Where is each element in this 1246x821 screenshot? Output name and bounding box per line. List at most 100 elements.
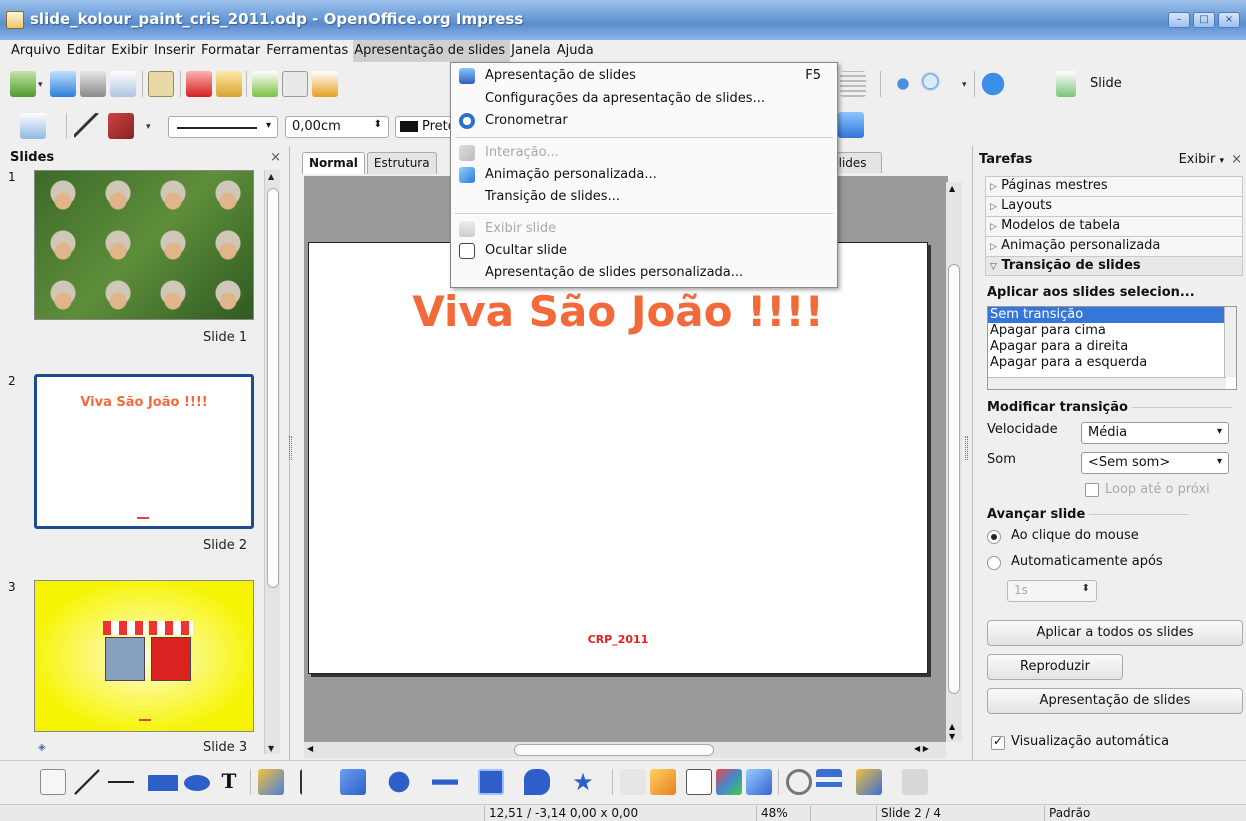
minimize-button[interactable]: – <box>1168 12 1190 28</box>
scroll-up-icon[interactable]: ▲ <box>268 172 274 181</box>
close-icon[interactable]: × <box>270 150 281 165</box>
glue-points-icon[interactable] <box>650 769 676 795</box>
from-file-icon[interactable] <box>716 769 742 795</box>
line-tool-icon[interactable] <box>74 769 100 795</box>
section-modelos-tabela[interactable]: ▷ Modelos de tabela <box>985 216 1243 236</box>
menuitem-ocultar-slide[interactable]: Ocultar slide <box>451 240 837 262</box>
styles-icon[interactable] <box>20 113 46 139</box>
scroll-up-icon[interactable]: ▲ <box>949 184 955 193</box>
print-icon[interactable] <box>216 71 242 97</box>
section-layouts[interactable]: ▷ Layouts <box>985 196 1243 216</box>
arrow-tool-icon[interactable] <box>108 769 134 795</box>
connector-tool-icon[interactable] <box>300 769 326 795</box>
transition-list[interactable]: Sem transição Apagar para cima Apagar pa… <box>987 306 1237 390</box>
editor-horizontal-scrollbar[interactable]: ◀ ◀ ▶ <box>304 742 946 758</box>
new-document-icon[interactable] <box>10 71 36 97</box>
autospellcheck-icon[interactable] <box>282 71 308 97</box>
block-arrows-icon[interactable] <box>432 769 458 795</box>
close-icon[interactable]: × <box>1231 152 1242 167</box>
tasks-view-menu[interactable]: Exibir ▾ <box>1179 152 1224 167</box>
menu-apresentacao[interactable]: Apresentação de slides <box>353 40 511 62</box>
scroll-down-icon[interactable]: ▼ <box>949 732 955 741</box>
auto-preview-checkbox[interactable]: ✓ <box>991 734 1005 750</box>
right-splitter-handle[interactable] <box>965 436 968 460</box>
play-button[interactable]: Reproduzir <box>987 654 1123 680</box>
symbol-shapes-icon[interactable] <box>386 769 412 795</box>
sound-select[interactable]: <Sem som> ▾ <box>1081 452 1229 474</box>
line-color-select[interactable]: Preto <box>395 116 455 138</box>
scrollbar-thumb[interactable] <box>267 188 279 588</box>
shadow-toggle-icon[interactable] <box>902 769 928 795</box>
tab-normal[interactable]: Normal <box>302 152 365 174</box>
menuitem-interacao[interactable]: Interação... <box>451 142 837 164</box>
align-icon[interactable] <box>816 769 842 795</box>
flowchart-icon[interactable] <box>478 769 504 795</box>
stars-icon[interactable]: ★ <box>570 769 596 795</box>
zoom-dropdown-icon[interactable]: ▾ <box>962 80 967 90</box>
menuitem-configuracoes[interactable]: Configurações da apresentação de slides.… <box>451 88 837 110</box>
scroll-down-icon[interactable]: ▼ <box>268 744 274 753</box>
list-vertical-scrollbar[interactable] <box>1224 307 1236 377</box>
fontwork-icon[interactable] <box>686 769 712 795</box>
menuitem-cronometrar[interactable]: Cronometrar <box>451 110 837 132</box>
menuitem-transicao[interactable]: Transição de slides... <box>451 186 837 208</box>
list-item[interactable]: Apagar para a direita <box>988 339 1236 355</box>
scroll-left-right-icon[interactable]: ◀ ▶ <box>914 744 929 753</box>
menu-editar[interactable]: Editar <box>66 40 111 62</box>
cut-icon[interactable] <box>312 71 338 97</box>
section-animacao[interactable]: ▷ Animação personalizada <box>985 236 1243 256</box>
gallery-icon[interactable] <box>746 769 772 795</box>
help-icon[interactable] <box>980 71 1006 97</box>
arrow-style-icon[interactable] <box>108 113 134 139</box>
spellcheck-icon[interactable] <box>252 71 278 97</box>
section-transicao[interactable]: ▽ Transição de slides <box>985 256 1243 276</box>
menuitem-personalizada[interactable]: Apresentação de slides personalizada... <box>451 262 837 284</box>
line-icon[interactable] <box>74 113 100 139</box>
slide-thumbnail-2[interactable]: Viva São João !!!! <box>34 374 254 529</box>
points-icon[interactable] <box>620 769 646 795</box>
scroll-up-icon[interactable]: ▲ <box>949 722 955 731</box>
slide-thumbnail-1[interactable] <box>34 170 254 320</box>
slides-scrollbar[interactable]: ▲ ▼ <box>264 170 280 754</box>
menu-janela[interactable]: Janela <box>510 40 556 62</box>
slide-thumbnail-3[interactable] <box>34 580 254 732</box>
app-icon[interactable] <box>6 11 24 29</box>
slideshow-button[interactable]: Apresentação de slides <box>987 688 1243 714</box>
navigator-icon[interactable] <box>890 71 916 97</box>
list-item[interactable]: Sem transição <box>988 307 1236 323</box>
list-item[interactable]: Apagar para cima <box>988 323 1236 339</box>
new-slide-icon[interactable] <box>1056 71 1076 97</box>
open-icon[interactable] <box>50 71 76 97</box>
arrow-style-dropdown-icon[interactable]: ▾ <box>146 122 151 132</box>
on-click-radio[interactable] <box>987 530 1001 544</box>
zoom-readout[interactable]: 48% <box>756 806 788 821</box>
select-arrow-icon[interactable] <box>40 769 66 795</box>
slide-canvas[interactable]: Viva São João !!!! CRP_2011 <box>308 242 928 674</box>
tab-estrutura[interactable]: Estrutura <box>366 152 437 174</box>
menu-ajuda[interactable]: Ajuda <box>556 40 599 62</box>
list-horizontal-scrollbar[interactable] <box>988 377 1226 389</box>
apply-all-button[interactable]: Aplicar a todos os slides <box>987 620 1243 646</box>
grid-icon[interactable] <box>840 71 866 97</box>
line-style-select[interactable]: ▾ <box>168 116 278 138</box>
spinner-icon[interactable]: ⬍ <box>374 119 382 130</box>
slide-button-label[interactable]: Slide <box>1090 76 1122 91</box>
scrollbar-thumb[interactable] <box>514 744 714 756</box>
shadow-icon[interactable] <box>838 112 864 138</box>
menu-exibir[interactable]: Exibir <box>110 40 153 62</box>
close-window-button[interactable]: × <box>1218 12 1240 28</box>
new-dropdown-icon[interactable]: ▾ <box>38 80 43 90</box>
scroll-left-icon[interactable]: ◀ <box>307 744 313 753</box>
menu-formatar[interactable]: Formatar <box>200 40 265 62</box>
callouts-icon[interactable] <box>524 769 550 795</box>
auto-after-radio[interactable] <box>987 556 1001 570</box>
list-item[interactable]: Apagar para a esquerda <box>988 355 1236 371</box>
basic-shapes-icon[interactable] <box>340 769 366 795</box>
export-pdf-icon[interactable] <box>186 71 212 97</box>
menuitem-animacao[interactable]: Animação personalizada... <box>451 164 837 186</box>
maximize-button[interactable]: □ <box>1193 12 1215 28</box>
curve-tool-icon[interactable] <box>258 769 284 795</box>
zoom-icon[interactable] <box>920 71 946 97</box>
menu-ferramentas[interactable]: Ferramentas <box>265 40 353 62</box>
menuitem-apresentacao[interactable]: Apresentação de slides F5 <box>451 65 837 87</box>
